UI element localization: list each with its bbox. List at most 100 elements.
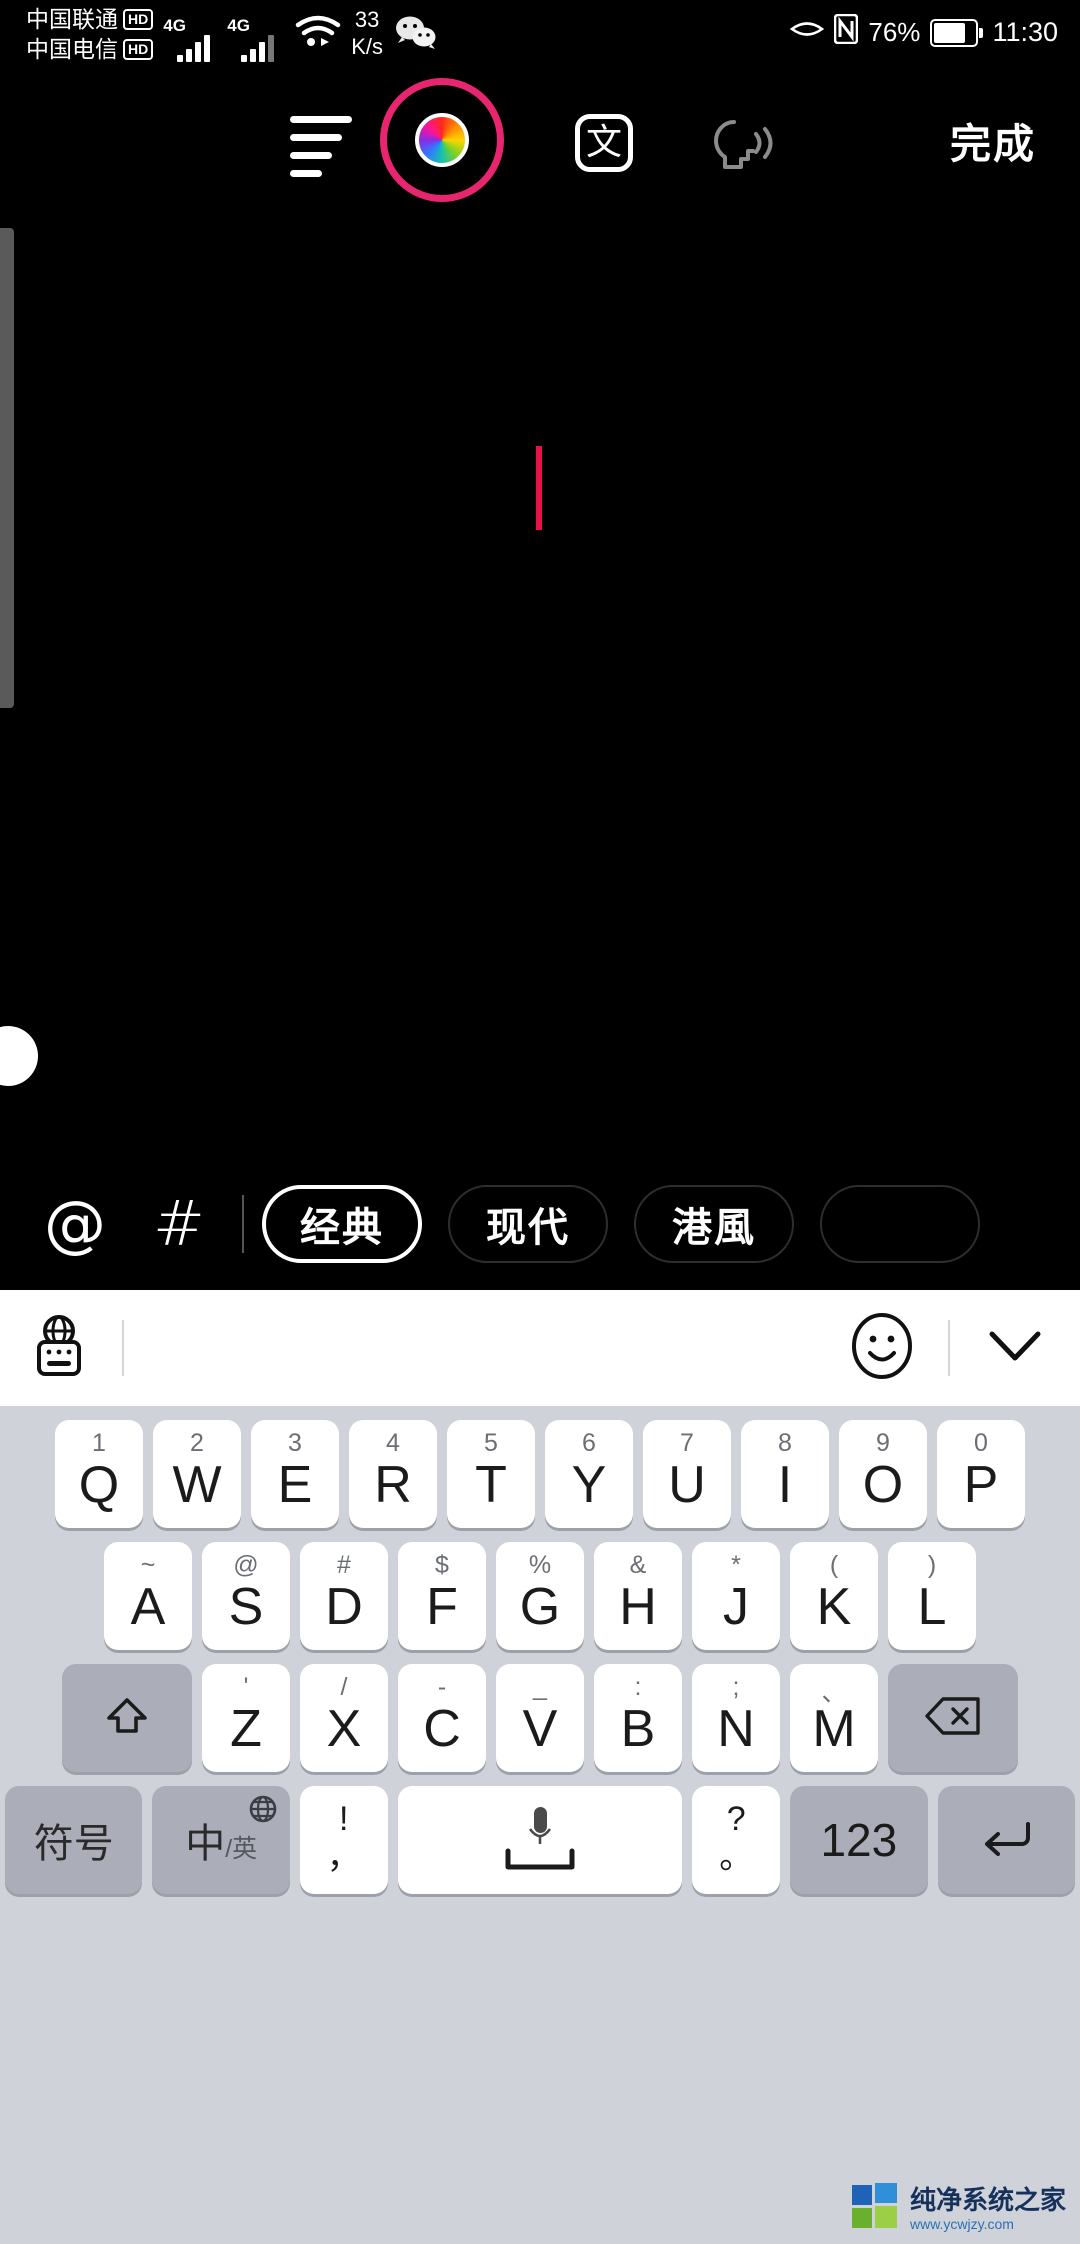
- key-k[interactable]: (K: [790, 1542, 878, 1650]
- key-sub: ': [243, 1673, 249, 1701]
- key-main: O: [862, 1456, 904, 1514]
- key-sub: 7: [680, 1429, 694, 1457]
- key-main: V: [522, 1700, 558, 1758]
- watermark-logo-icon: [850, 2181, 902, 2236]
- comma-key-bottom: ，: [326, 1838, 361, 1876]
- key-t[interactable]: 5T: [447, 1420, 535, 1528]
- key-n[interactable]: ; N: [692, 1664, 780, 1772]
- status-bar: 中国联通 HD 中国电信 HD 4G 4G 33 K/s 76% 11:30: [0, 0, 1080, 68]
- done-button[interactable]: 完成: [950, 110, 1036, 170]
- key-sub: #: [337, 1551, 351, 1579]
- signal-bars-1-icon: [177, 34, 213, 62]
- key-sub: 5: [484, 1429, 498, 1457]
- translate-button[interactable]: 文: [575, 114, 633, 172]
- carrier-2-name: 中国电信: [26, 36, 118, 62]
- keyboard-toolbar-divider-left: [122, 1320, 124, 1376]
- key-sub: @: [233, 1551, 259, 1579]
- carrier-line-2: 中国电信 HD: [26, 34, 154, 64]
- key-main: H: [619, 1578, 657, 1636]
- chevron-down-icon[interactable]: [984, 1324, 1046, 1373]
- key-u[interactable]: 7U: [643, 1420, 731, 1528]
- key-sub: 2: [190, 1429, 204, 1457]
- key-x[interactable]: / X: [300, 1664, 388, 1772]
- key-y[interactable]: 6Y: [545, 1420, 633, 1528]
- style-chip-modern[interactable]: 现代: [448, 1185, 608, 1263]
- key-main: A: [130, 1578, 166, 1636]
- key-main: C: [423, 1700, 461, 1758]
- network-type-1: 4G: [163, 16, 186, 35]
- text-to-speech-icon[interactable]: [700, 112, 778, 179]
- key-o[interactable]: 9O: [839, 1420, 927, 1528]
- key-r[interactable]: 4R: [349, 1420, 437, 1528]
- enter-key[interactable]: [937, 1786, 1075, 1894]
- key-c[interactable]: -C: [398, 1664, 486, 1772]
- key-a[interactable]: ~ A: [104, 1542, 192, 1650]
- key-main: X: [326, 1700, 362, 1758]
- key-main: I: [777, 1456, 793, 1514]
- language-switch-key[interactable]: 中/英: [152, 1786, 290, 1894]
- key-i[interactable]: 8I: [741, 1420, 829, 1528]
- key-main: N: [717, 1700, 755, 1758]
- shift-key[interactable]: [62, 1664, 192, 1772]
- keyboard-toolbar: [0, 1290, 1080, 1406]
- toolbar-divider: [242, 1195, 244, 1253]
- globe-keyboard-icon[interactable]: [30, 1314, 88, 1383]
- emoji-smiley-icon[interactable]: [850, 1312, 914, 1385]
- space-key[interactable]: [397, 1786, 683, 1894]
- editor-toolbar: 文 完成: [0, 68, 1080, 208]
- text-align-icon[interactable]: [290, 116, 352, 188]
- style-chip-next[interactable]: [820, 1185, 980, 1263]
- signal-2: 4G: [227, 16, 289, 62]
- key-b[interactable]: :B: [594, 1664, 682, 1772]
- key-g[interactable]: % G: [496, 1542, 584, 1650]
- keyboard-row-1: 1Q 2W 3E 4R 5T 6Y 7U 8I 9O 0P: [0, 1420, 1080, 1528]
- style-chip-classic[interactable]: 经典: [262, 1185, 422, 1263]
- backspace-icon: [924, 1695, 982, 1742]
- key-l[interactable]: ) L: [888, 1542, 976, 1650]
- key-s[interactable]: @ S: [202, 1542, 290, 1650]
- signal-group: 4G 4G 33 K/s: [163, 4, 437, 68]
- key-main: P: [963, 1456, 999, 1514]
- enter-icon: [978, 1816, 1034, 1865]
- style-chip-hongkong[interactable]: 港風: [634, 1185, 794, 1263]
- mention-button[interactable]: @: [30, 1193, 120, 1255]
- wechat-icon: [395, 15, 437, 54]
- comma-key[interactable]: ! ，: [299, 1786, 388, 1894]
- key-d[interactable]: # D: [300, 1542, 388, 1650]
- key-sub: 、: [821, 1679, 847, 1707]
- key-z[interactable]: ' Z: [202, 1664, 290, 1772]
- key-h[interactable]: & H: [594, 1542, 682, 1650]
- left-edge-handle[interactable]: [0, 1026, 38, 1086]
- numeric-key[interactable]: 123: [790, 1786, 928, 1894]
- key-j[interactable]: * J: [692, 1542, 780, 1650]
- symbols-key-label: 符号: [33, 1822, 114, 1866]
- keyboard-toolbar-left: [30, 1314, 158, 1383]
- hashtag-button[interactable]: #: [134, 1193, 224, 1255]
- watermark-title: 纯净系统之家: [909, 2184, 1066, 2215]
- key-main: Q: [78, 1456, 120, 1514]
- symbols-key[interactable]: 符号: [5, 1786, 143, 1894]
- nfc-icon: [834, 13, 859, 51]
- key-f[interactable]: $ F: [398, 1542, 486, 1650]
- eye-comfort-icon: [790, 17, 825, 48]
- period-key[interactable]: ? 。: [692, 1786, 781, 1894]
- key-e[interactable]: 3E: [251, 1420, 339, 1528]
- status-bar-left: 中国联通 HD 中国电信 HD 4G 4G 33 K/s: [26, 4, 437, 68]
- key-sub: 0: [974, 1429, 988, 1457]
- key-q[interactable]: 1Q: [55, 1420, 143, 1528]
- key-m[interactable]: 、 M: [790, 1664, 878, 1772]
- key-p[interactable]: 0P: [937, 1420, 1025, 1528]
- key-sub: 3: [288, 1429, 302, 1457]
- text-canvas[interactable]: @ # 经典 现代 港風: [0, 208, 1080, 1290]
- keyboard-rows: 1Q 2W 3E 4R 5T 6Y 7U 8I 9O 0P ~ A @ S # D $…: [0, 1406, 1080, 1894]
- color-wheel-icon[interactable]: [415, 113, 469, 167]
- key-sub: ~: [140, 1551, 156, 1579]
- backspace-key[interactable]: [888, 1664, 1018, 1772]
- key-sub: (: [829, 1551, 839, 1579]
- carrier-1-name: 中国联通: [26, 6, 118, 32]
- carrier-labels: 中国联通 HD 中国电信 HD: [26, 4, 154, 64]
- language-switch-label: 中/英: [185, 1811, 257, 1869]
- key-v[interactable]: _ V: [496, 1664, 584, 1772]
- key-w[interactable]: 2W: [153, 1420, 241, 1528]
- watermark-text: 纯净系统之家 www.ycwjzy.com: [910, 2187, 1066, 2231]
